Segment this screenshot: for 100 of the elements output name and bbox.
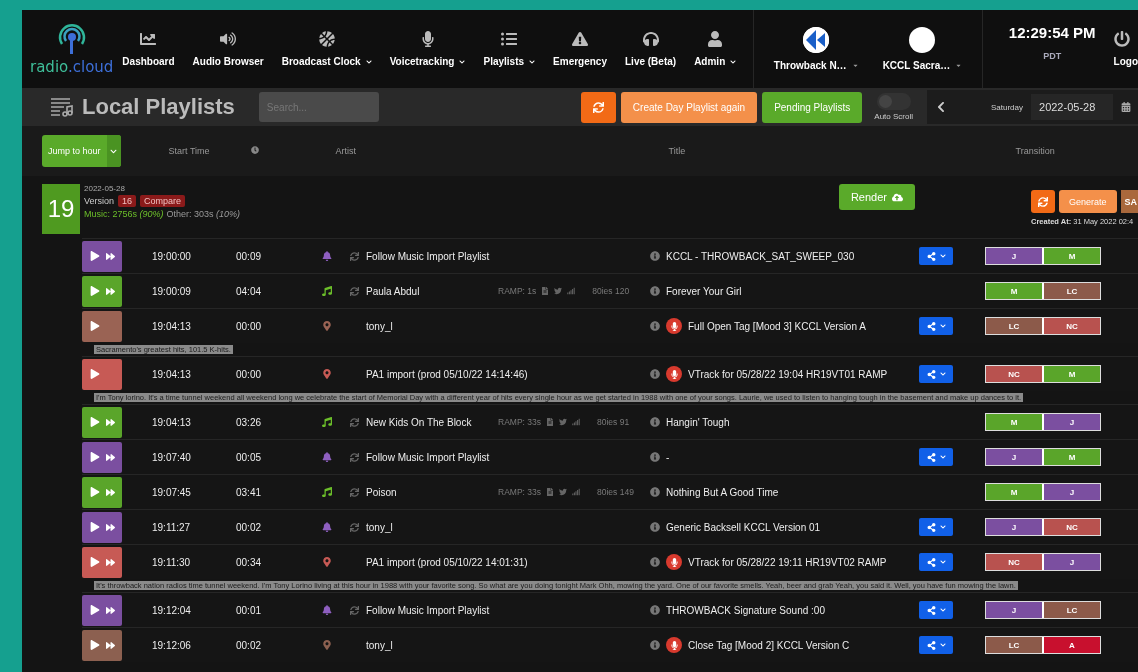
share-button[interactable] (919, 317, 953, 335)
info-icon[interactable] (650, 452, 660, 462)
save-button[interactable]: SA (1120, 190, 1138, 213)
playlist-row[interactable]: 19:07:45 03:41 Poison RAMP: 33s 80ies 149 Nothing But A Good Time M J (82, 474, 1138, 509)
transition-segment: J (1042, 484, 1100, 500)
sync-icon[interactable] (350, 417, 359, 427)
logout-item[interactable]: Logo (1113, 10, 1138, 88)
nav-item[interactable]: Broadcast Clock (272, 10, 381, 88)
sync-icon[interactable] (350, 605, 359, 615)
playlist-row[interactable]: 19:00:00 00:09 Follow Music Import Playlist KCCL - THROWBACK_SAT_SWEEP_030 J M (82, 238, 1138, 273)
play-button[interactable] (82, 310, 122, 342)
info-icon[interactable] (650, 251, 660, 261)
info-icon[interactable] (650, 605, 660, 615)
calendar-icon[interactable] (1121, 102, 1131, 112)
start-time: 19:04:13 (152, 416, 192, 428)
refresh-button[interactable] (1031, 190, 1055, 213)
play-button[interactable] (82, 629, 122, 661)
share-button[interactable] (919, 553, 953, 571)
play-button[interactable] (82, 275, 122, 307)
signal-icon[interactable] (567, 287, 576, 295)
playlist-row[interactable]: 19:04:13 00:00 PA1 import (prod 05/10/22 14:14:46) VTrack for 05/28/22 19:04 HR19VT01 RAMP NC M (82, 356, 1138, 391)
compare-button[interactable]: Compare (140, 195, 186, 207)
play-button[interactable] (82, 546, 122, 578)
title: Nothing But A Good Time (666, 486, 779, 498)
refresh-button[interactable] (580, 91, 616, 123)
transition-segment: J (986, 519, 1042, 535)
document-icon[interactable] (546, 488, 554, 496)
playlist-row[interactable]: 19:12:06 00:02 tony_l Close Tag [Mood 2] KCCL Version C LC A (82, 627, 1138, 662)
station-selector[interactable]: Throwback N… (761, 10, 871, 88)
nav-item[interactable]: Playlists (474, 10, 545, 88)
signal-icon[interactable] (572, 488, 580, 496)
chevron-down-icon (939, 454, 946, 460)
sync-icon[interactable] (350, 522, 359, 532)
start-time: 19:04:13 (152, 368, 192, 380)
playlist-row[interactable]: 19:11:30 00:34 PA1 import (prod 05/10/22 14:01:31) VTrack for 05/28/22 19:11 HR19VT02 RAMP NC J (82, 544, 1138, 579)
share-icon (926, 321, 936, 331)
playlist-row[interactable]: 19:12:04 00:01 Follow Music Import Playlist THROWBACK Signature Sound :00 J LC (82, 592, 1138, 627)
play-icon (90, 286, 100, 296)
info-icon[interactable] (650, 321, 660, 331)
share-button[interactable] (919, 636, 953, 654)
duration: 00:00 (236, 320, 263, 332)
document-icon[interactable] (541, 287, 550, 295)
bird-icon[interactable] (559, 418, 567, 426)
share-button[interactable] (919, 365, 953, 383)
playlist-row[interactable]: 19:07:40 00:05 Follow Music Import Playlist - J M (82, 439, 1138, 474)
share-button[interactable] (919, 247, 953, 265)
playlist-row[interactable]: 19:11:27 00:02 tony_l Generic Backsell KCCL Version 01 J NC (82, 509, 1138, 544)
play-icon (90, 417, 100, 427)
document-icon[interactable] (546, 418, 554, 426)
transition-segment: J (1042, 414, 1100, 430)
transition-segment: J (986, 602, 1042, 618)
play-button[interactable] (82, 240, 122, 272)
info-icon[interactable] (650, 487, 660, 497)
nav-item[interactable]: Dashboard (113, 10, 184, 88)
share-button[interactable] (919, 518, 953, 536)
play-button[interactable] (82, 594, 122, 626)
column-header: Transition (1015, 146, 1056, 156)
play-icon (90, 557, 100, 567)
nav-item[interactable]: Audio Browser (183, 10, 273, 88)
play-button[interactable] (82, 441, 122, 473)
share-button[interactable] (919, 448, 953, 466)
nav-item[interactable]: Admin (685, 10, 746, 88)
bird-icon[interactable] (559, 488, 567, 496)
play-button[interactable] (82, 511, 122, 543)
playlist-row[interactable]: 19:04:13 00:00 tony_l Full Open Tag [Mood 3] KCCL Version A LC NC (82, 308, 1138, 343)
sync-icon[interactable] (350, 452, 359, 462)
info-icon[interactable] (650, 640, 660, 650)
nav-item[interactable]: Emergency (544, 10, 616, 88)
info-icon[interactable] (650, 286, 660, 296)
playlist-row[interactable]: 19:04:13 03:26 New Kids On The Block RAMP: 33s 80ies 91 Hangin' Tough M J (82, 404, 1138, 439)
chevron-down-icon (529, 58, 536, 65)
sync-icon[interactable] (350, 251, 359, 261)
play-icon (90, 369, 100, 379)
transition-segment: J (986, 449, 1042, 465)
signal-icon[interactable] (572, 418, 580, 426)
duration: 00:02 (236, 521, 263, 533)
station-selector[interactable]: KCCL Sacra… (870, 10, 975, 88)
title: Forever Your Girl (666, 285, 742, 297)
fast-forward-icon (106, 557, 115, 567)
playlist-icon (50, 96, 74, 118)
sync-icon[interactable] (350, 286, 359, 296)
title: VTrack for 05/28/22 19:11 HR19VT02 RAMP (688, 556, 887, 568)
fast-forward-icon (106, 522, 115, 532)
play-icon (90, 251, 100, 261)
nav-item[interactable]: Live (Beta) (616, 10, 686, 88)
info-icon[interactable] (650, 557, 660, 567)
info-icon[interactable] (650, 417, 660, 427)
sync-icon[interactable] (350, 487, 359, 497)
info-icon[interactable] (650, 369, 660, 379)
transition-segment: A (1042, 637, 1100, 653)
play-button[interactable] (82, 358, 122, 390)
playlist-row[interactable]: 19:00:09 04:04 Paula Abdul RAMP: 1s 80ies 120 Forever Your Girl M LC (82, 273, 1138, 308)
share-button[interactable] (919, 601, 953, 619)
play-button[interactable] (82, 476, 122, 508)
date-field[interactable]: 2022-05-28 (1031, 94, 1113, 120)
bird-icon[interactable] (554, 287, 563, 295)
play-button[interactable] (82, 406, 122, 438)
info-icon[interactable] (650, 522, 660, 532)
nav-item[interactable]: Voicetracking (380, 10, 475, 88)
auto-scroll-toggle[interactable] (876, 93, 911, 110)
